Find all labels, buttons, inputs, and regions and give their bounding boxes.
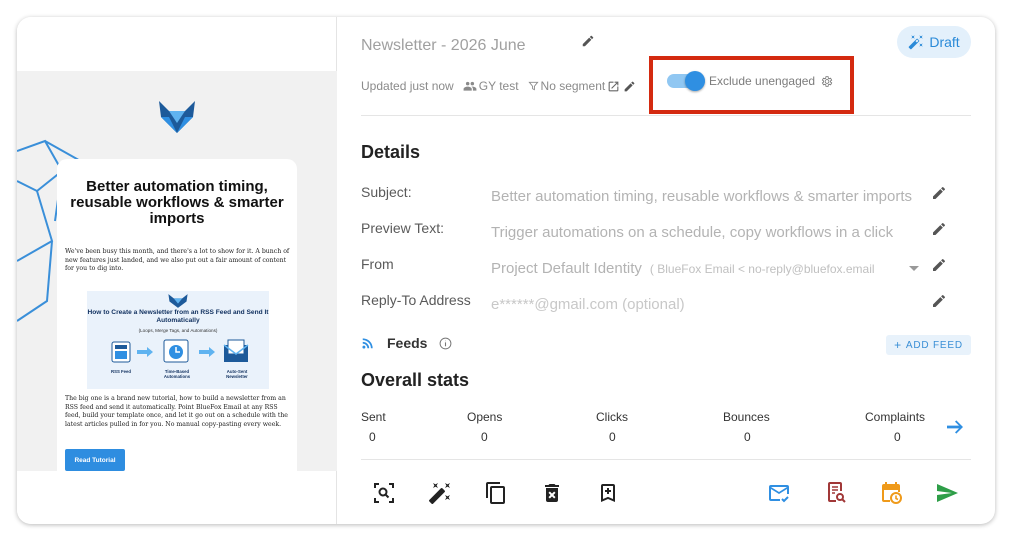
fox-logo-icon	[159, 101, 195, 133]
add-feed-button[interactable]: + ADD FEED	[886, 335, 971, 355]
edit-title-pencil-icon[interactable]	[581, 34, 595, 48]
newsletter-title[interactable]: Newsletter - 2026 June	[361, 37, 526, 55]
meta-row: Updated just now GY test No segment	[361, 77, 636, 95]
stat-bounces-value: 0	[744, 430, 751, 444]
feeds-label: Feeds	[387, 335, 428, 351]
from-extra: ( BlueFox Email < no-reply@bluefox.email	[649, 262, 875, 276]
toggle-track[interactable]	[667, 71, 705, 91]
stat-complaints-label: Complaints	[865, 410, 926, 424]
audience-link[interactable]: GY test	[463, 79, 519, 93]
campaign-card: Better automation timing, reusable workf…	[17, 17, 995, 524]
segment-label: No segment	[540, 79, 606, 93]
campaign-details-pane: Newsletter - 2026 June Draft Updated jus…	[337, 17, 995, 524]
send-icon[interactable]	[935, 481, 959, 505]
edit-subject-pencil-icon[interactable]	[931, 185, 947, 201]
rss-feed-icon	[111, 341, 131, 363]
chevron-down-icon[interactable]	[909, 263, 919, 273]
magic-wand-icon	[908, 35, 923, 50]
status-badge-label: Draft	[929, 34, 960, 50]
updated-text: Updated just now	[361, 79, 454, 93]
group-icon	[463, 81, 477, 91]
review-icon[interactable]	[823, 481, 847, 505]
segment-link[interactable]: No segment	[527, 79, 606, 93]
open-in-new-icon[interactable]	[607, 80, 620, 93]
stat-sent-label: Sent	[361, 410, 386, 424]
email-title: Better automation timing, reusable workf…	[70, 178, 284, 227]
divider	[361, 459, 971, 460]
preview-text-value[interactable]: Trigger automations on a schedule, copy …	[491, 224, 931, 241]
overall-stats-heading: Overall stats	[361, 370, 470, 390]
read-tutorial-button[interactable]: Read Tutorial	[65, 449, 125, 471]
copy-icon[interactable]	[484, 481, 508, 505]
info-icon[interactable]	[439, 337, 452, 350]
stat-complaints-value: 0	[894, 430, 901, 444]
stat-clicks-value: 0	[609, 430, 616, 444]
email-tutorial-image: How to Create a Newsletter from an RSS F…	[87, 291, 269, 389]
from-value: Project Default Identity	[491, 260, 642, 277]
figure-step-3: Auto-Sent Newsletter	[226, 369, 248, 379]
figure-title: How to Create a Newsletter from an RSS F…	[87, 309, 269, 324]
preview-search-icon[interactable]	[372, 481, 396, 505]
exclude-unengaged-toggle[interactable]: Exclude unengaged	[667, 71, 833, 91]
edit-segment-pencil-icon[interactable]	[623, 80, 636, 93]
figure-subtitle: (Loops, Merge Tags, and Automations)	[138, 328, 218, 333]
edit-reply-to-pencil-icon[interactable]	[931, 293, 947, 309]
test-email-icon[interactable]	[767, 481, 791, 505]
schedule-icon[interactable]	[879, 481, 903, 505]
feeds-row: Feeds	[361, 335, 452, 351]
rss-icon	[362, 338, 373, 349]
email-content-card: Better automation timing, reusable workf…	[57, 159, 297, 471]
email-preview-pane: Better automation timing, reusable workf…	[17, 17, 337, 524]
plus-icon: +	[894, 338, 902, 352]
email-intro-text: We've been busy this month, and there's …	[65, 248, 290, 273]
arrow-right-icon[interactable]	[947, 420, 963, 434]
reply-to-value[interactable]: e******@gmail.com (optional)	[491, 296, 931, 313]
stat-bounces-label: Bounces	[723, 410, 770, 424]
toggle-label: Exclude unengaged	[709, 74, 816, 88]
figure-step-2: Time-Based Automations	[163, 369, 191, 379]
delete-icon[interactable]	[540, 481, 564, 505]
automation-clock-icon	[163, 339, 189, 363]
edit-from-pencil-icon[interactable]	[931, 257, 947, 273]
from-label: From	[361, 256, 394, 272]
newsletter-envelope-icon	[223, 339, 249, 362]
figure-fox-icon	[168, 294, 188, 308]
details-heading: Details	[361, 142, 421, 162]
email-preview-canvas[interactable]: Better automation timing, reusable workf…	[17, 71, 337, 471]
audience-label: GY test	[478, 79, 519, 93]
subject-value[interactable]: Better automation timing, reusable workf…	[491, 188, 931, 205]
from-select[interactable]: Project Default Identity ( BlueFox Email …	[491, 260, 901, 277]
status-badge: Draft	[897, 26, 971, 58]
divider	[361, 115, 971, 116]
subject-label: Subject:	[361, 184, 412, 200]
stat-opens-value: 0	[481, 430, 488, 444]
reply-to-label: Reply-To Address	[361, 292, 471, 308]
arrow-icon	[137, 347, 153, 357]
gear-icon[interactable]	[820, 75, 833, 88]
magic-wand-icon[interactable]	[428, 481, 452, 505]
edit-preview-pencil-icon[interactable]	[931, 221, 947, 237]
figure-step-1: RSS Feed	[110, 369, 132, 374]
preview-text-label: Preview Text:	[361, 220, 444, 236]
filter-icon	[527, 81, 539, 91]
toggle-knob[interactable]	[685, 71, 705, 91]
stat-opens-label: Opens	[467, 410, 503, 424]
stat-sent-value: 0	[369, 430, 376, 444]
email-body-text: The big one is a brand new tutorial, how…	[65, 395, 288, 428]
arrow-icon	[199, 347, 215, 357]
stat-clicks-label: Clicks	[596, 410, 628, 424]
bookmark-add-icon[interactable]	[596, 481, 620, 505]
add-feed-label: ADD FEED	[905, 339, 963, 351]
